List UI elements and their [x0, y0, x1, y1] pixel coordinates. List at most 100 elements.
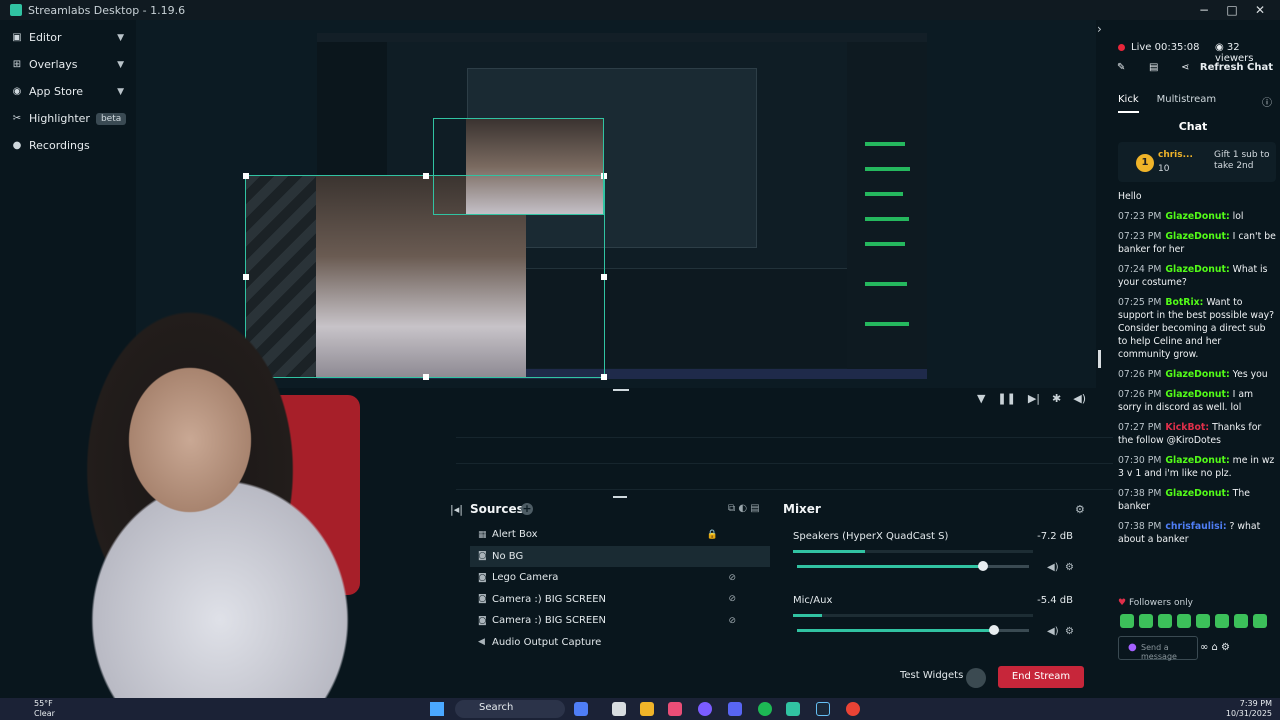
- edit-icon[interactable]: ✎: [1117, 62, 1125, 73]
- panel-resize-handle[interactable]: [613, 389, 629, 391]
- record-button[interactable]: [966, 668, 986, 688]
- audio-meter: [793, 550, 1033, 553]
- skip-icon[interactable]: ▶|: [1028, 392, 1040, 405]
- volume-fader[interactable]: [797, 625, 1029, 635]
- chat-message: Hello: [1118, 190, 1276, 203]
- followers-only-label: Followers only: [1128, 598, 1193, 608]
- discord-icon[interactable]: [728, 702, 742, 716]
- chrome-icon[interactable]: [846, 702, 860, 716]
- emote-icon[interactable]: [1196, 614, 1210, 628]
- tab-kick[interactable]: Kick: [1118, 94, 1139, 113]
- resize-handle[interactable]: [243, 274, 249, 280]
- message-user[interactable]: GlazeDonut:: [1165, 488, 1229, 499]
- scene-row[interactable]: ↻: [456, 414, 1216, 438]
- mute-icon[interactable]: ◀): [1047, 562, 1059, 573]
- message-user[interactable]: GlazeDonut:: [1165, 455, 1229, 466]
- dock-resize-handle[interactable]: [613, 496, 627, 498]
- dashboard-icon[interactable]: ▤: [1149, 62, 1158, 73]
- windows-start-icon[interactable]: [430, 702, 444, 716]
- scene-row[interactable]: ↻: [456, 466, 1216, 490]
- emote-icon[interactable]: [1234, 614, 1248, 628]
- resize-handle[interactable]: [601, 274, 607, 280]
- nav-item-overlays[interactable]: ⊞ Overlays ▼: [0, 51, 136, 78]
- mute-all-icon[interactable]: ✱: [1052, 392, 1061, 405]
- emote-icon[interactable]: [1253, 614, 1267, 628]
- pause-icon[interactable]: ❚❚: [997, 392, 1015, 405]
- chat-message: 07:27 PM KickBot: Thanks for the follow @…: [1118, 421, 1276, 447]
- chat-tools-icons[interactable]: ∞ ⌂ ⚙: [1200, 642, 1230, 653]
- message-user[interactable]: GlazeDonut:: [1165, 389, 1229, 400]
- source-item[interactable]: ◙ No BG: [470, 545, 770, 567]
- volume-icon[interactable]: ◀): [1073, 392, 1086, 405]
- taskbar-clock[interactable]: 7:39 PM 10/31/2025: [1226, 699, 1272, 719]
- message-user[interactable]: BotRix:: [1165, 297, 1203, 308]
- mixer-settings-icon[interactable]: ⚙: [1075, 503, 1085, 516]
- emote-icon[interactable]: [1177, 614, 1191, 628]
- fader-knob[interactable]: [989, 625, 1000, 635]
- app-icon[interactable]: [698, 702, 712, 716]
- settings-icon[interactable]: ⚙: [1065, 626, 1074, 637]
- hidden-eye-icon[interactable]: ⊘: [728, 616, 736, 626]
- tab-multistream[interactable]: Multistream: [1157, 94, 1217, 113]
- message-user[interactable]: chrisfaulisi:: [1165, 521, 1226, 532]
- volume-fader[interactable]: [797, 561, 1029, 571]
- spotify-icon[interactable]: [758, 702, 772, 716]
- source-item[interactable]: ◙ Camera :) BIG SCREEN ⊘: [470, 589, 770, 611]
- nav-item-highlighter[interactable]: ✂ Highlighter beta: [0, 105, 136, 132]
- folder-icon[interactable]: [640, 702, 654, 716]
- weather-widget[interactable]: 55°F Clear: [34, 699, 55, 719]
- file-icon[interactable]: [612, 702, 626, 716]
- canvas-scrollbar[interactable]: [1098, 350, 1101, 368]
- message-time: 07:23 PM: [1118, 231, 1162, 242]
- nav-item-app-store[interactable]: ◉ App Store ▼: [0, 78, 136, 105]
- source-item[interactable]: ◙ Camera :) BIG SCREEN ⊘: [470, 610, 770, 632]
- emote-icon[interactable]: [1139, 614, 1153, 628]
- source-item[interactable]: ▦ Alert Box 🔒: [470, 524, 770, 546]
- emote-icon[interactable]: [1120, 614, 1134, 628]
- nav-item-editor[interactable]: ▣ Editor ▼: [0, 24, 136, 51]
- mixer-header: Mixer: [783, 502, 821, 516]
- message-user[interactable]: GlazeDonut:: [1165, 211, 1229, 222]
- mute-icon[interactable]: ◀): [1047, 626, 1059, 637]
- filter-icon[interactable]: ▼: [977, 392, 985, 405]
- hidden-eye-icon[interactable]: ⊘: [728, 594, 736, 604]
- emote-icon[interactable]: [1215, 614, 1229, 628]
- share-icon[interactable]: ⋖: [1181, 62, 1189, 73]
- close-button[interactable]: ✕: [1246, 0, 1274, 20]
- steam-icon[interactable]: [816, 702, 830, 716]
- mic-icon[interactable]: ●: [1128, 642, 1137, 653]
- maximize-button[interactable]: □: [1218, 0, 1246, 20]
- refresh-chat-button[interactable]: Refresh Chat: [1200, 62, 1273, 73]
- scene-row[interactable]: ↻: [456, 440, 1216, 464]
- resize-handle[interactable]: [423, 173, 429, 179]
- streamlabs-icon[interactable]: [786, 702, 800, 716]
- message-user[interactable]: GlazeDonut:: [1165, 369, 1229, 380]
- source-tools-icons[interactable]: ⧉ ◐ ▤: [728, 503, 760, 514]
- app-icon[interactable]: [668, 702, 682, 716]
- collapse-icon[interactable]: |◂|: [450, 503, 463, 516]
- minimize-button[interactable]: −: [1190, 0, 1218, 20]
- pinned-gift-banner[interactable]: 1 chris... 10 Gift 1 sub to take 2nd: [1118, 142, 1276, 182]
- hidden-eye-icon[interactable]: ⊘: [728, 573, 736, 583]
- chat-message: 07:23 PM GlazeDonut: lol: [1118, 210, 1276, 223]
- add-source-button[interactable]: +: [521, 503, 533, 515]
- resize-handle[interactable]: [601, 374, 607, 380]
- resize-handle[interactable]: [243, 173, 249, 179]
- source-item[interactable]: ◙ Lego Camera ⊘: [470, 567, 770, 589]
- nav-item-recordings[interactable]: ● Recordings: [0, 132, 136, 159]
- expand-chat-icon[interactable]: ›: [1097, 22, 1102, 36]
- source-item[interactable]: ◀ Audio Output Capture: [470, 632, 770, 654]
- fader-knob[interactable]: [977, 561, 988, 571]
- end-stream-button[interactable]: End Stream: [998, 666, 1084, 688]
- info-icon[interactable]: ⓘ: [1262, 94, 1272, 109]
- taskbar-search[interactable]: Search: [455, 700, 565, 718]
- settings-icon[interactable]: ⚙: [1065, 562, 1074, 573]
- app-icon[interactable]: [574, 702, 588, 716]
- test-widgets-button[interactable]: Test Widgets: [900, 670, 963, 681]
- emote-icon[interactable]: [1158, 614, 1172, 628]
- nav-label: Recordings: [29, 139, 90, 152]
- message-user[interactable]: KickBot:: [1165, 422, 1209, 433]
- message-user[interactable]: GlazeDonut:: [1165, 231, 1229, 242]
- message-user[interactable]: GlazeDonut:: [1165, 264, 1229, 275]
- lock-icon[interactable]: 🔒: [707, 530, 718, 540]
